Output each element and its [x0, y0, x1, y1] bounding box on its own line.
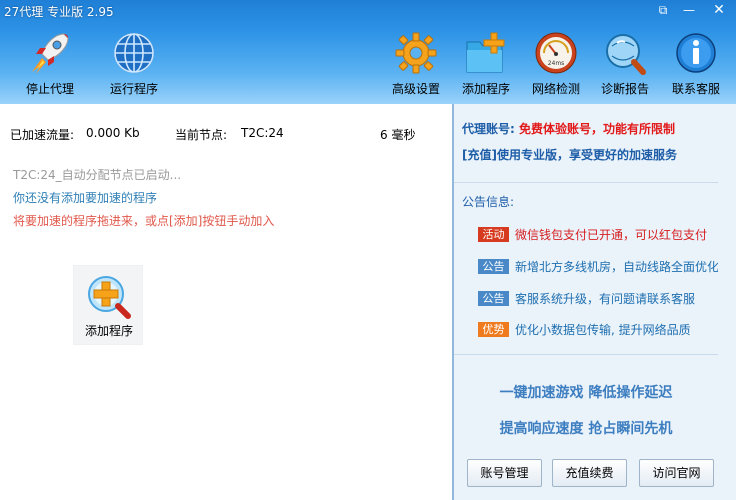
rocket-icon	[32, 33, 69, 74]
account-label: 代理账号:	[462, 122, 515, 136]
traffic-label: 已加速流量:	[10, 128, 75, 142]
slogan-line: 一键加速游戏 降低操作延迟	[499, 385, 673, 401]
diagnostic-report-button[interactable]: 诊断报告	[589, 28, 661, 98]
divider	[454, 182, 718, 183]
notice-text: 客服系统升级，有问题请联系客服	[515, 292, 696, 306]
add-program-icon	[88, 276, 131, 319]
close-button[interactable]: ✕	[708, 2, 730, 18]
minimize-button[interactable]: —	[678, 2, 700, 18]
diagnostic-report-label: 诊断报告	[600, 82, 649, 96]
account-line: 代理账号: 免费体验账号，功能有所限制	[462, 120, 675, 137]
latency-value: 6 毫秒	[380, 128, 416, 142]
log-line: T2C:24_自动分配节点已启动...	[13, 168, 182, 182]
run-program-label: 运行程序	[109, 82, 158, 96]
stop-proxy-button[interactable]: 停止代理	[14, 28, 86, 98]
folder-plus-icon	[466, 32, 505, 73]
title-bar: 27代理 专业版 2.95 ⧉ — ✕	[0, 0, 736, 22]
current-node-label: 当前节点:	[175, 128, 228, 142]
globe-icon	[114, 33, 154, 73]
notice-text: 新增北方多线机房，自动线路全面优化	[515, 260, 720, 274]
network-check-label: 网络检测	[531, 82, 580, 96]
main-panel: 已加速流量: 0.000 Kb 当前节点: T2C:24 6 毫秒 T2C:24…	[0, 104, 452, 500]
app-title: 27代理 专业版 2.95	[4, 5, 114, 19]
contact-support-button[interactable]: 联系客服	[660, 28, 732, 98]
notice-tag: 公告	[478, 259, 509, 274]
account-management-button[interactable]: 账号管理	[467, 459, 542, 487]
restore-button[interactable]: ⧉	[652, 2, 674, 18]
divider	[454, 354, 718, 355]
scrollbar[interactable]	[718, 104, 736, 500]
notice-tag: 公告	[478, 291, 509, 306]
gear-icon	[395, 32, 437, 74]
stop-proxy-label: 停止代理	[25, 82, 74, 96]
speedometer-icon: 24ms	[535, 32, 577, 74]
network-check-button[interactable]: 24ms 网络检测	[520, 28, 592, 98]
info-panel: 代理账号: 免费体验账号，功能有所限制 [充值]使用专业版，享受更好的加速服务 …	[454, 104, 736, 500]
advanced-settings-label: 高级设置	[391, 82, 440, 96]
run-program-button[interactable]: 运行程序	[98, 28, 170, 98]
speedometer-badge: 24ms	[548, 60, 565, 67]
visit-website-button[interactable]: 访问官网	[639, 459, 714, 487]
toolbar: 27代理 专业版 2.95 ⧉ — ✕ 停止代理 运行程序 高级设置 添加程序 …	[0, 0, 736, 104]
notice-text: 优化小数据包传输, 提升网络品质	[515, 323, 691, 337]
current-node-value: T2C:24	[241, 126, 284, 140]
add-program-tile-label: 添加程序	[84, 324, 133, 338]
advanced-settings-button[interactable]: 高级设置	[380, 28, 452, 98]
log-line: 你还没有添加要加速的程序	[13, 191, 158, 205]
add-program-label: 添加程序	[461, 82, 510, 96]
notice-tag: 优势	[478, 322, 509, 337]
traffic-value: 0.000 Kb	[86, 126, 140, 140]
add-program-button[interactable]: 添加程序	[450, 28, 522, 98]
recharge-button[interactable]: 充值续费	[552, 459, 627, 487]
slogan-line: 提高响应速度 抢占瞬间先机	[499, 421, 673, 437]
log-line: 将要加速的程序拖进来，或点[添加]按钮手动加入	[13, 214, 275, 228]
notice-text: 微信钱包支付已开通，可以红包支付	[515, 228, 708, 242]
magnifier-globe-icon	[606, 34, 646, 75]
add-program-tile[interactable]: 添加程序	[73, 265, 143, 345]
account-value: 免费体验账号，功能有所限制	[519, 122, 676, 136]
notice-tag: 活动	[478, 227, 509, 242]
notice-title: 公告信息:	[462, 195, 515, 209]
recharge-link[interactable]: [充值]使用专业版，享受更好的加速服务	[462, 146, 677, 163]
info-icon	[676, 33, 716, 73]
contact-support-label: 联系客服	[671, 82, 720, 96]
